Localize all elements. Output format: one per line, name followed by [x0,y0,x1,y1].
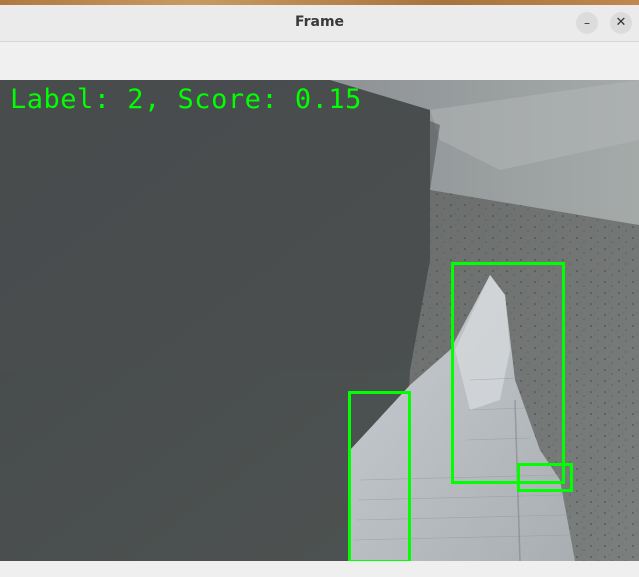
camera-frame: Label: 2, Score: 0.15 [0,80,639,561]
toolbar-area [0,42,639,80]
desktop-background-edge [0,0,639,5]
app-window: Frame – ✕ Label: 2, Score: 0.15 [0,0,639,577]
window-bottom-edge [0,561,639,577]
window-title: Frame [294,14,345,30]
detection-box-2 [517,463,573,492]
close-button[interactable]: ✕ [610,12,632,34]
detection-label-text: Label: 2, Score: 0.15 [10,84,362,115]
minimize-button[interactable]: – [576,12,598,34]
detection-box-3 [348,391,411,561]
detection-box-1 [451,262,565,484]
title-bar[interactable]: Frame – ✕ [0,0,639,42]
